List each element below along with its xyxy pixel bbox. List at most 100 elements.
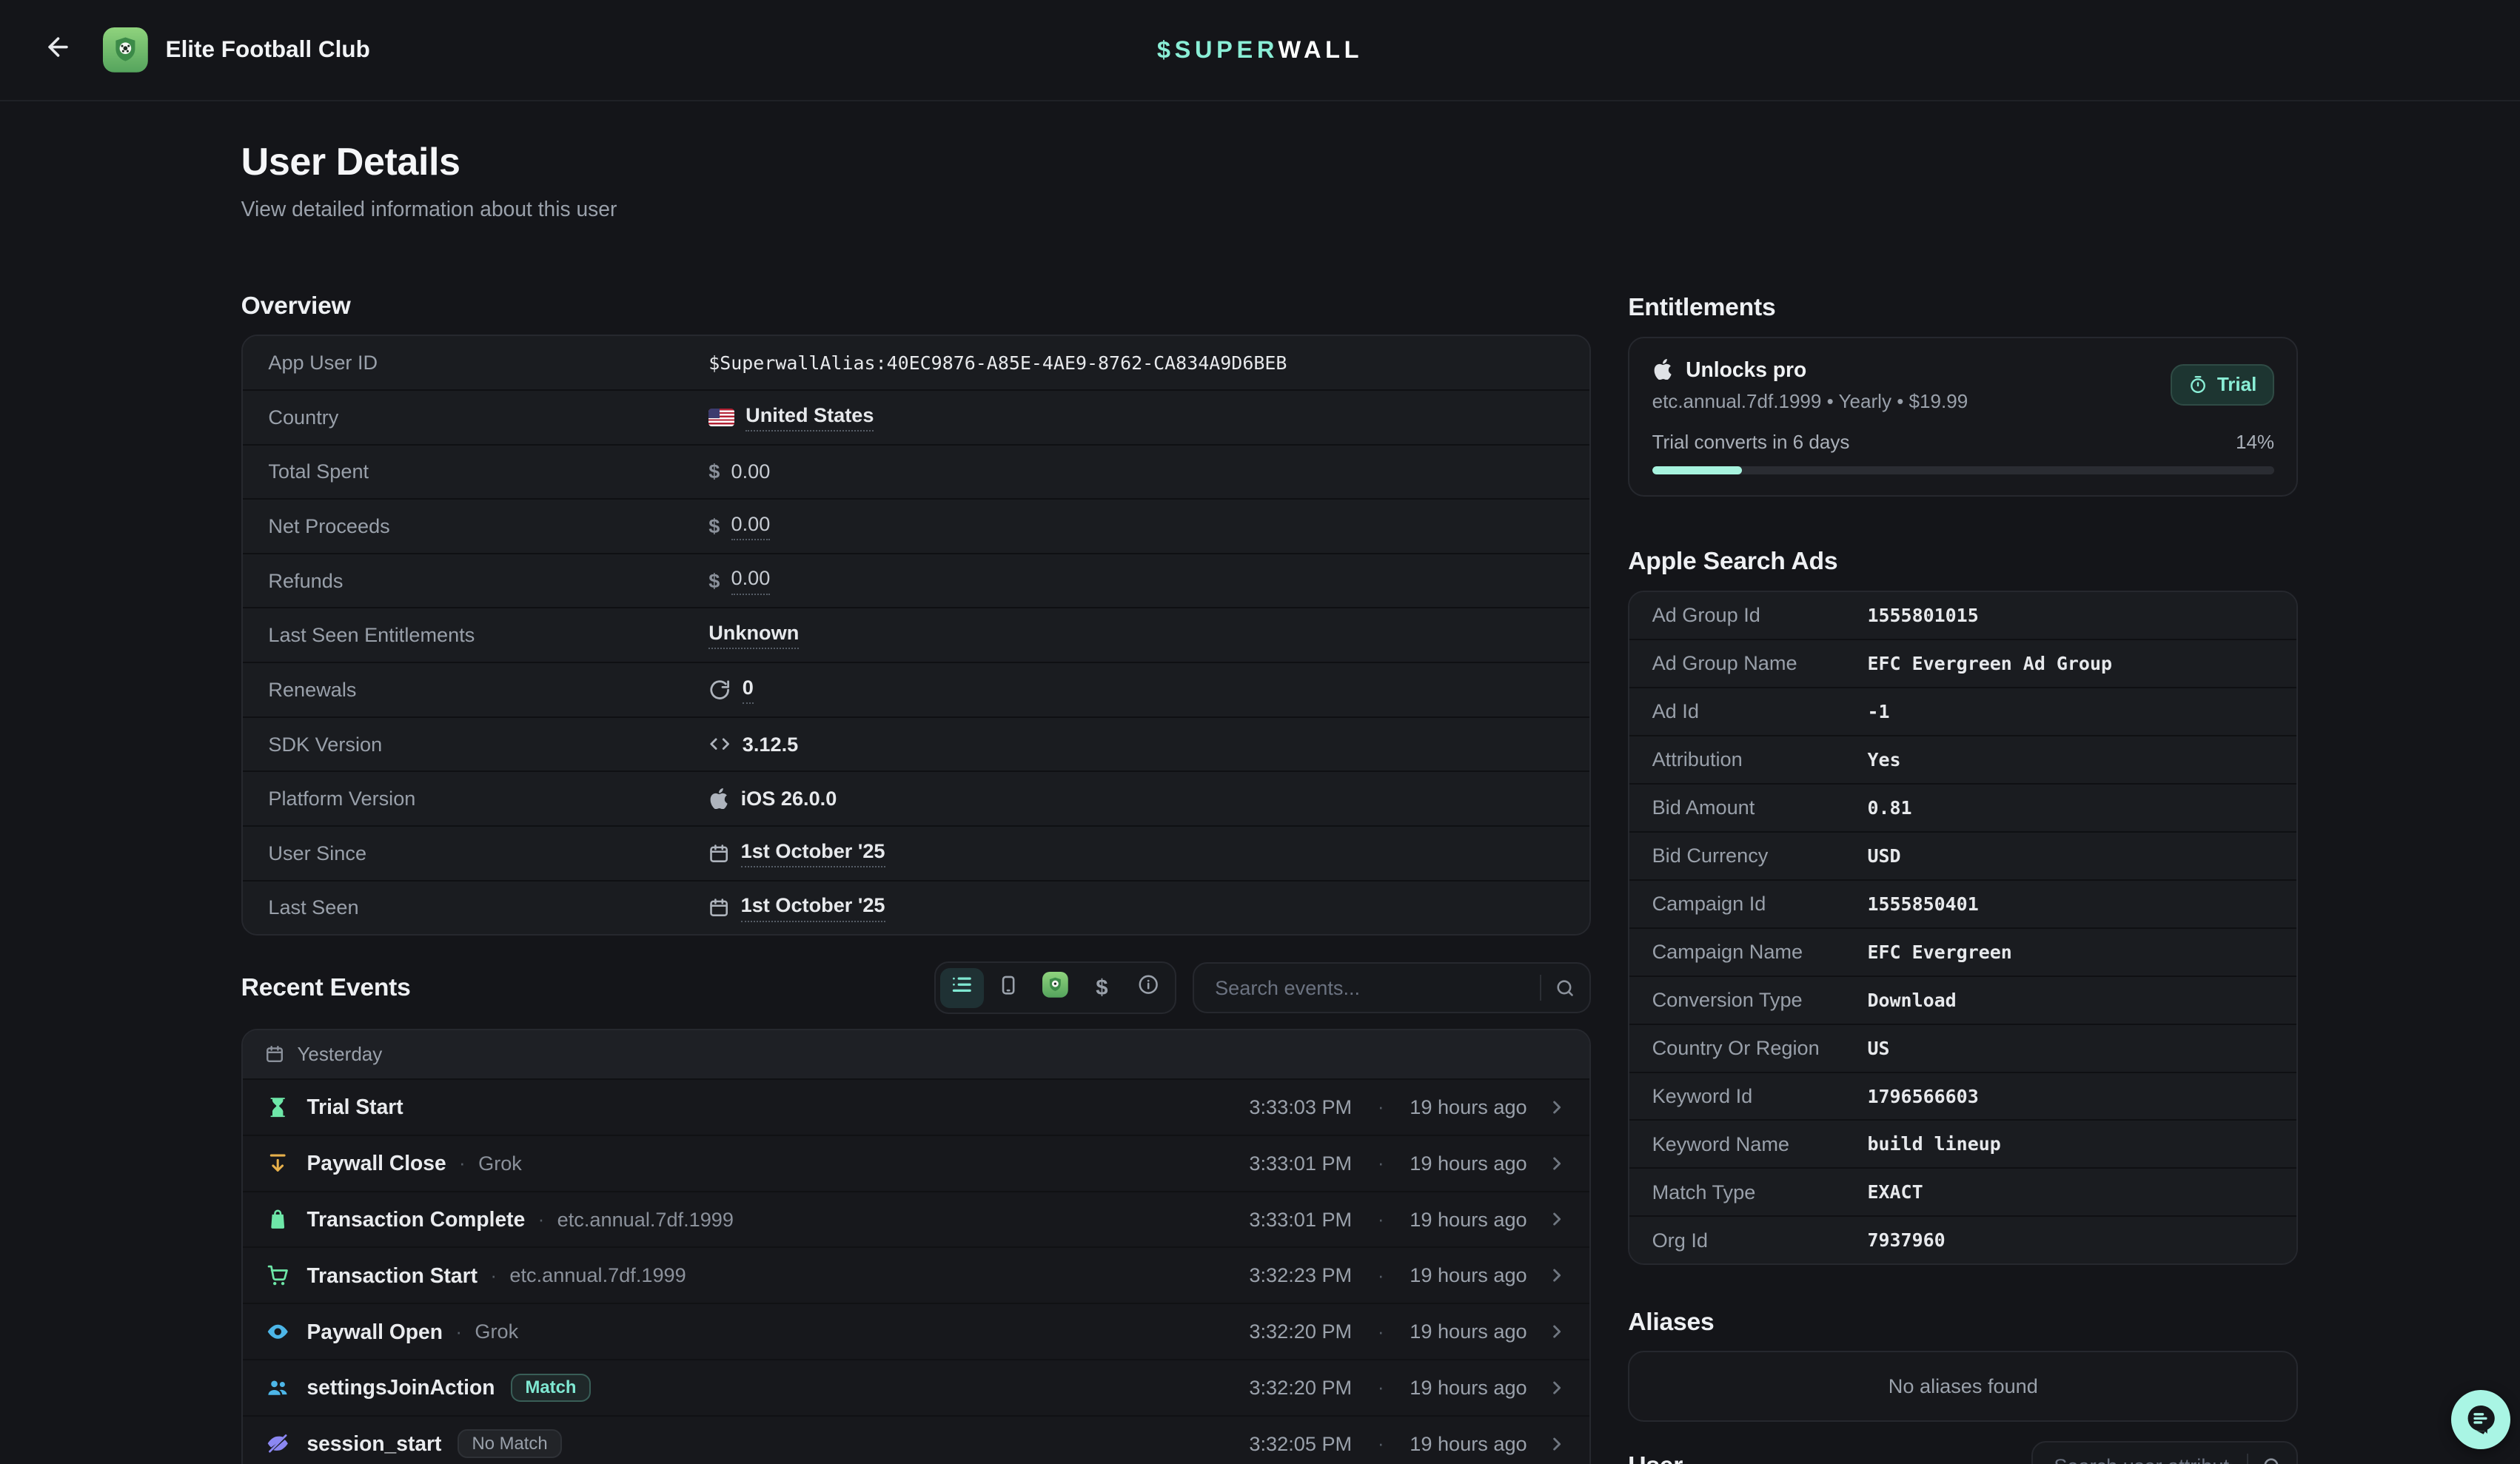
table-row: Country United States: [243, 389, 1590, 444]
last-seen-value[interactable]: 1st October '25: [741, 893, 885, 921]
renewals-value[interactable]: 0: [743, 676, 754, 704]
apple-search-ads-heading: Apple Search Ads: [1628, 548, 2298, 576]
us-flag-icon: [708, 409, 734, 426]
event-detail: etc.annual.7df.1999: [509, 1263, 686, 1287]
apple-icon: [708, 788, 729, 809]
filter-all-events-button[interactable]: [940, 968, 984, 1008]
event-name: settingsJoinAction: [306, 1375, 495, 1400]
overview-table: App User ID $SuperwallAlias:40EC9876-A85…: [241, 335, 1592, 936]
table-row: Last Seen Entitlements Unknown: [243, 607, 1590, 662]
dollar-icon: $: [708, 514, 720, 538]
event-row[interactable]: Paywall Close · Grok 3:33:01 PM·19 hours…: [243, 1135, 1590, 1191]
table-row: Renewals 0: [243, 662, 1590, 716]
recent-events-heading: Recent Events: [241, 974, 411, 1002]
table-row: Net Proceeds $0.00: [243, 498, 1590, 553]
divider: [1540, 975, 1541, 1001]
event-row[interactable]: Paywall Open · Grok 3:32:20 PM·19 hours …: [243, 1303, 1590, 1359]
shopping-bag-icon: [265, 1208, 291, 1230]
filter-app-events-button[interactable]: [1033, 968, 1077, 1008]
apple-search-ads-table: Ad Group Id1555801015 Ad Group NameEFC E…: [1628, 591, 2298, 1265]
no-match-badge: No Match: [458, 1429, 562, 1458]
country-value[interactable]: United States: [745, 403, 874, 432]
event-ago: 19 hours ago: [1410, 1095, 1527, 1119]
event-row[interactable]: session_start No Match 3:32:05 PM·19 hou…: [243, 1415, 1590, 1464]
filter-info-events-button[interactable]: [1127, 968, 1170, 1008]
refunds-value[interactable]: 0.00: [731, 566, 771, 594]
refresh-icon: [708, 679, 731, 701]
chevron-right-icon: [1546, 1377, 1567, 1398]
search-icon[interactable]: [1555, 978, 1575, 998]
aliases-heading: Aliases: [1628, 1309, 2298, 1337]
search-icon[interactable]: [2262, 1456, 2282, 1463]
chevron-right-icon: [1546, 1265, 1567, 1286]
app-icon-mini: [1042, 972, 1068, 1004]
chevron-right-icon: [1546, 1321, 1567, 1342]
user-section-header: User: [1628, 1441, 2298, 1464]
entitlement-card: Unlocks pro etc.annual.7df.1999 • Yearly…: [1628, 337, 2298, 497]
table-row: Campaign NameEFC Evergreen: [1629, 927, 2296, 976]
event-ago: 19 hours ago: [1410, 1432, 1527, 1456]
table-row: User Since 1st October '25: [243, 825, 1590, 880]
filter-device-events-button[interactable]: [987, 968, 1031, 1008]
event-ago: 19 hours ago: [1410, 1376, 1527, 1400]
users-icon: [265, 1376, 291, 1400]
events-group-header: Yesterday: [243, 1030, 1590, 1078]
table-row: Campaign Id1555850401: [1629, 879, 2296, 927]
event-row[interactable]: Transaction Complete · etc.annual.7df.19…: [243, 1191, 1590, 1247]
dollar-icon: $: [708, 569, 720, 593]
app-name: Elite Football Club: [166, 36, 370, 63]
event-row[interactable]: settingsJoinAction Match 3:32:20 PM·19 h…: [243, 1359, 1590, 1415]
group-label: Yesterday: [297, 1043, 382, 1066]
event-name: Paywall Open: [306, 1320, 443, 1344]
table-row: Country Or RegionUS: [1629, 1024, 2296, 1072]
row-label: Last Seen Entitlements: [268, 623, 708, 647]
sdk-version-value: 3.12.5: [743, 733, 798, 756]
row-label: User Since: [268, 842, 708, 865]
event-ago: 19 hours ago: [1410, 1263, 1527, 1287]
row-label: Renewals: [268, 678, 708, 702]
trial-converts-text: Trial converts in 6 days: [1652, 431, 1850, 454]
back-button[interactable]: [36, 27, 81, 73]
table-row: Ad Group Id1555801015: [1629, 592, 2296, 639]
row-label: Country: [268, 406, 708, 429]
event-time: 3:32:20 PM: [1249, 1376, 1352, 1400]
table-row: Platform Version iOS 26.0.0: [243, 770, 1590, 825]
left-column: User Details View detailed information a…: [241, 101, 1592, 1464]
row-label: Refunds: [268, 569, 708, 593]
event-detail: Grok: [475, 1320, 518, 1343]
events-list: Yesterday Trial Start 3:33:03 PM·19 hour…: [241, 1029, 1592, 1464]
info-icon: [1137, 973, 1159, 1001]
event-ago: 19 hours ago: [1410, 1208, 1527, 1232]
shopping-cart-icon: [265, 1263, 291, 1288]
trial-badge: Trial: [2171, 364, 2274, 406]
event-time: 3:32:05 PM: [1249, 1432, 1352, 1456]
chat-widget-button[interactable]: [2451, 1390, 2510, 1449]
events-search-input[interactable]: [1212, 975, 1527, 1001]
user-since-value[interactable]: 1st October '25: [741, 839, 885, 867]
table-row: App User ID $SuperwallAlias:40EC9876-A85…: [243, 336, 1590, 389]
last-seen-entitlements-value[interactable]: Unknown: [708, 621, 799, 649]
user-attributes-search: [2031, 1441, 2298, 1464]
net-proceeds-value[interactable]: 0.00: [731, 512, 771, 540]
filter-revenue-events-button[interactable]: $: [1080, 968, 1124, 1008]
event-name: Transaction Complete: [306, 1207, 525, 1232]
eye-icon: [265, 1320, 291, 1344]
page-subtitle: View detailed information about this use…: [241, 197, 1592, 221]
aliases-empty-card: No aliases found: [1628, 1351, 2298, 1421]
table-row: Keyword Id1796566603: [1629, 1072, 2296, 1120]
table-row: Total Spent $0.00: [243, 444, 1590, 499]
event-row[interactable]: Trial Start 3:33:03 PM·19 hours ago: [243, 1078, 1590, 1135]
event-name: Transaction Start: [306, 1263, 477, 1288]
table-row: SDK Version 3.12.5: [243, 716, 1590, 771]
event-time: 3:33:03 PM: [1249, 1095, 1352, 1119]
table-row: Refunds $0.00: [243, 553, 1590, 608]
match-badge: Match: [511, 1374, 591, 1403]
row-label: Platform Version: [268, 787, 708, 810]
platform-version-value: iOS 26.0.0: [741, 787, 837, 810]
user-attributes-search-input[interactable]: [2051, 1453, 2234, 1463]
chevron-right-icon: [1546, 1434, 1567, 1454]
event-row[interactable]: Transaction Start · etc.annual.7df.1999 …: [243, 1246, 1590, 1303]
app-user-id-value: $SuperwallAlias:40EC9876-A85E-4AE9-8762-…: [708, 352, 1287, 374]
calendar-icon: [708, 897, 729, 918]
event-time: 3:33:01 PM: [1249, 1208, 1352, 1232]
